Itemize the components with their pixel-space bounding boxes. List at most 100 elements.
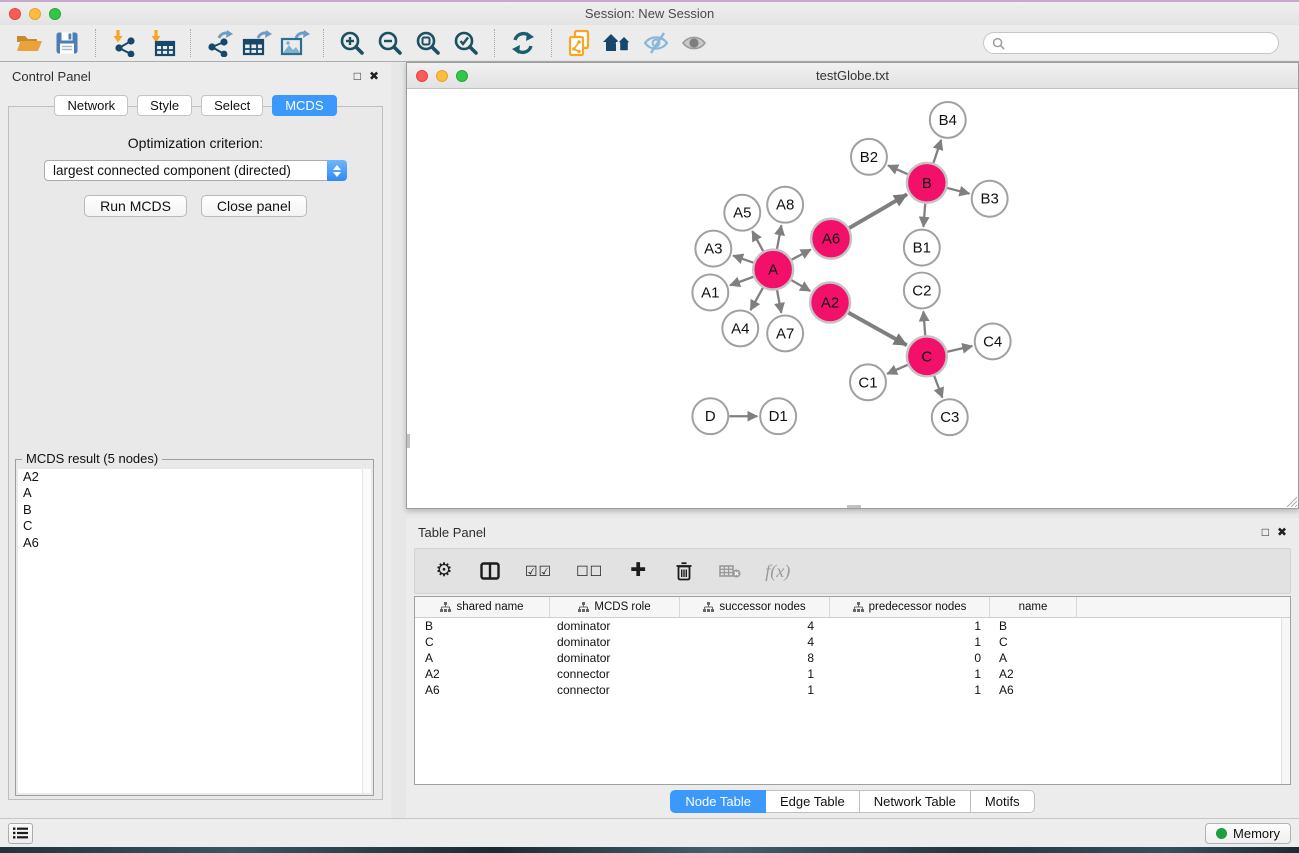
table-cell[interactable]: 1	[830, 634, 990, 650]
search-input[interactable]	[1005, 34, 1278, 52]
graph-edge-A-A2[interactable]	[791, 280, 810, 291]
table-cell[interactable]: dominator	[550, 634, 680, 650]
network-canvas[interactable]: B4B2BB3A8A5A6A3B1AA1C2A2A4A7C4CC1C3DD1	[407, 89, 1298, 508]
resize-grip-icon[interactable]	[1284, 494, 1297, 507]
refresh-layout-button[interactable]	[506, 28, 540, 58]
task-history-button[interactable]	[8, 823, 33, 844]
graph-edge-C-C2[interactable]	[923, 311, 925, 335]
table-cell[interactable]: 1	[680, 666, 830, 682]
column-header-predecessor-nodes[interactable]: predecessor nodes	[830, 597, 990, 617]
table-cell[interactable]: dominator	[550, 618, 680, 634]
table-cell[interactable]: A2	[415, 666, 550, 682]
split-panel-button[interactable]	[479, 556, 501, 586]
graph-edge-A6-B[interactable]	[849, 194, 907, 228]
column-header-shared-name[interactable]: shared name	[415, 597, 550, 617]
zoom-selected-button[interactable]	[449, 28, 483, 58]
graph-edge-A-A6[interactable]	[792, 249, 811, 259]
tab-edge-table[interactable]: Edge Table	[766, 790, 860, 813]
graph-edge-A-A5[interactable]	[752, 231, 763, 251]
result-item[interactable]: A2	[18, 469, 371, 485]
deselect-all-button[interactable]: ☐☐	[576, 556, 603, 586]
tab-mcds[interactable]: MCDS	[272, 95, 336, 116]
import-network-button[interactable]	[107, 28, 141, 58]
table-cell[interactable]: B	[415, 618, 550, 634]
table-cell[interactable]: connector	[550, 666, 680, 682]
criterion-dropdown[interactable]: largest connected component (directed)	[44, 160, 327, 181]
table-cell[interactable]: A	[415, 650, 550, 666]
table-cell[interactable]: 8	[680, 650, 830, 666]
hide-panel-eye-button[interactable]	[639, 28, 673, 58]
graph-edge-C-C3[interactable]	[934, 376, 942, 398]
graph-edge-C-C4[interactable]	[947, 346, 972, 352]
table-cell[interactable]: A	[990, 650, 1077, 666]
dropdown-stepper-icon[interactable]	[327, 160, 347, 181]
graph-edge-A-A1[interactable]	[730, 277, 753, 286]
table-cell[interactable]: A6	[990, 682, 1077, 698]
zoom-fit-button[interactable]	[411, 28, 445, 58]
tab-network-table[interactable]: Network Table	[860, 790, 971, 813]
table-cell[interactable]: 1	[680, 682, 830, 698]
graph-edge-A-A8[interactable]	[777, 225, 781, 249]
import-table-button[interactable]	[145, 28, 179, 58]
result-item[interactable]: A6	[18, 535, 371, 551]
table-cell[interactable]: 1	[830, 682, 990, 698]
graph-edge-A2-C[interactable]	[848, 313, 906, 346]
table-cell[interactable]: C	[990, 634, 1077, 650]
result-scrollbar[interactable]	[362, 469, 371, 793]
table-row[interactable]: Adominator80A	[415, 650, 1290, 666]
run-mcds-button[interactable]: Run MCDS	[84, 195, 187, 217]
settings-gear-button[interactable]: ⚙	[433, 556, 455, 586]
table-cell[interactable]: dominator	[550, 650, 680, 666]
result-item[interactable]: B	[18, 502, 371, 518]
open-session-button[interactable]	[12, 28, 46, 58]
table-scrollbar[interactable]	[1281, 618, 1290, 784]
table-row[interactable]: A6connector11A6	[415, 682, 1290, 698]
show-panel-eye-button[interactable]	[677, 28, 711, 58]
close-panel-icon[interactable]: ✖	[1277, 526, 1287, 538]
network-documents-button[interactable]	[563, 28, 597, 58]
tab-select[interactable]: Select	[201, 95, 263, 116]
function-builder-button[interactable]: f(x)	[765, 556, 790, 586]
add-column-button[interactable]: ✚	[627, 556, 649, 586]
delete-column-button[interactable]	[673, 556, 695, 586]
graph-edge-A-A3[interactable]	[733, 256, 753, 263]
home-overview-button[interactable]	[601, 28, 635, 58]
tab-node-table[interactable]: Node Table	[670, 790, 766, 813]
table-cell[interactable]: 0	[830, 650, 990, 666]
result-item[interactable]: C	[18, 518, 371, 534]
tab-style[interactable]: Style	[137, 95, 192, 116]
select-all-button[interactable]: ☑☑	[525, 556, 552, 586]
graph-edge-B-B4[interactable]	[933, 140, 941, 163]
float-panel-icon[interactable]: □	[1262, 526, 1269, 538]
search-field[interactable]	[983, 32, 1279, 54]
table-cell[interactable]: connector	[550, 682, 680, 698]
float-panel-icon[interactable]: □	[354, 70, 361, 82]
graph-edge-A-A4[interactable]	[750, 288, 762, 310]
column-header-MCDS-role[interactable]: MCDS role	[550, 597, 680, 617]
result-item[interactable]: A	[18, 485, 371, 501]
zoom-in-button[interactable]	[335, 28, 369, 58]
graph-edge-B-B3[interactable]	[947, 188, 969, 194]
memory-button[interactable]: Memory	[1205, 823, 1291, 844]
table-row[interactable]: Bdominator41B	[415, 618, 1290, 634]
graph-edge-B-B2[interactable]	[888, 165, 908, 174]
table-row[interactable]: A2connector11A2	[415, 666, 1290, 682]
graph-edge-B-B1[interactable]	[923, 204, 925, 227]
export-network-button[interactable]	[202, 28, 236, 58]
table-cell[interactable]: 4	[680, 634, 830, 650]
close-panel-icon[interactable]: ✖	[369, 70, 379, 82]
table-cell[interactable]: C	[415, 634, 550, 650]
close-panel-button[interactable]: Close panel	[201, 195, 307, 217]
export-table-button[interactable]	[240, 28, 274, 58]
table-row[interactable]: Cdominator41C	[415, 634, 1290, 650]
zoom-out-button[interactable]	[373, 28, 407, 58]
export-image-button[interactable]	[278, 28, 312, 58]
network-window-titlebar[interactable]: testGlobe.txt	[407, 63, 1298, 89]
table-cell[interactable]: 4	[680, 618, 830, 634]
graph-edge-A-A7[interactable]	[777, 290, 781, 313]
table-cell[interactable]: A2	[990, 666, 1077, 682]
table-cell[interactable]: 1	[830, 666, 990, 682]
save-session-button[interactable]	[50, 28, 84, 58]
tab-motifs[interactable]: Motifs	[971, 790, 1035, 813]
tab-network[interactable]: Network	[54, 95, 128, 116]
